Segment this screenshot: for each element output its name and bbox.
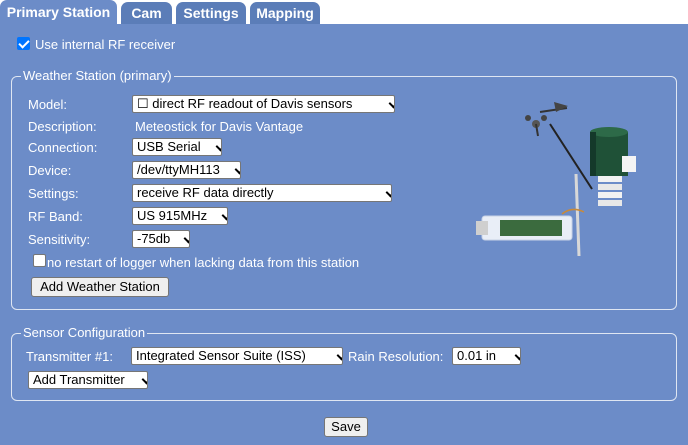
transmitter-select[interactable]: Integrated Sensor Suite (ISS): [131, 347, 343, 365]
transmitter-select-value: Integrated Sensor Suite (ISS): [136, 348, 306, 363]
model-select-value: ☐ direct RF readout of Davis sensors: [137, 96, 353, 111]
use-internal-rf-checkbox[interactable]: [17, 37, 30, 50]
save-button[interactable]: Save: [324, 417, 368, 437]
rain-resolution-select[interactable]: 0.01 in: [452, 347, 521, 365]
add-transmitter-select-value: Add Transmitter: [33, 372, 125, 387]
weather-station-legend: Weather Station (primary): [21, 68, 174, 83]
use-internal-rf-label: Use internal RF receiver: [35, 37, 176, 52]
tab-settings[interactable]: Settings: [176, 2, 246, 24]
connection-select[interactable]: USB Serial: [132, 138, 222, 156]
description-value: Meteostick for Davis Vantage: [135, 119, 304, 134]
add-weather-station-button[interactable]: Add Weather Station: [31, 277, 169, 297]
rain-resolution-select-value: 0.01 in: [457, 348, 497, 363]
weather-station-image: [476, 102, 636, 257]
tab-label: Cam: [131, 5, 162, 21]
model-label: Model:: [28, 97, 68, 112]
tab-cam[interactable]: Cam: [121, 2, 172, 24]
add-transmitter-select[interactable]: Add Transmitter: [28, 371, 148, 389]
sensitivity-label: Sensitivity:: [28, 232, 91, 247]
device-select-value: /dev/ttyMH113: [137, 162, 220, 177]
settings-label: Settings:: [28, 186, 79, 201]
tab-primary-station[interactable]: Primary Station: [0, 0, 117, 24]
device-label: Device:: [28, 163, 72, 178]
rf-band-label: RF Band:: [28, 209, 83, 224]
sensitivity-select[interactable]: -75db: [132, 230, 190, 248]
tab-label: Settings: [183, 5, 239, 21]
rf-band-select[interactable]: US 915MHz: [132, 207, 228, 225]
settings-select-value: receive RF data directly: [137, 185, 274, 200]
tab-bar: Primary Station Cam Settings Mapping: [0, 0, 688, 24]
connection-label: Connection:: [28, 140, 98, 155]
mast-icon: [574, 173, 581, 257]
rf-band-select-value: US 915MHz: [137, 208, 208, 223]
sensitivity-select-value: -75db: [137, 231, 171, 246]
sensor-config-legend: Sensor Configuration: [21, 325, 148, 340]
tab-label: Mapping: [256, 5, 314, 21]
connection-select-value: USB Serial: [137, 139, 201, 154]
device-select[interactable]: /dev/ttyMH113: [132, 161, 241, 179]
sensor-config-fieldset: [11, 333, 677, 401]
rain-resolution-label: Rain Resolution:: [348, 349, 444, 364]
no-restart-label: no restart of logger when lacking data f…: [47, 255, 360, 270]
anemometer-icon: [525, 102, 568, 137]
tab-mapping[interactable]: Mapping: [250, 2, 320, 24]
transmitter-label: Transmitter #1:: [26, 349, 113, 364]
model-select[interactable]: ☐ direct RF readout of Davis sensors: [132, 95, 395, 113]
settings-select[interactable]: receive RF data directly: [132, 184, 392, 202]
description-label: Description:: [28, 119, 97, 134]
usb-stick-icon: [476, 208, 585, 241]
no-restart-checkbox[interactable]: [33, 254, 46, 267]
tab-label: Primary Station: [6, 4, 111, 20]
